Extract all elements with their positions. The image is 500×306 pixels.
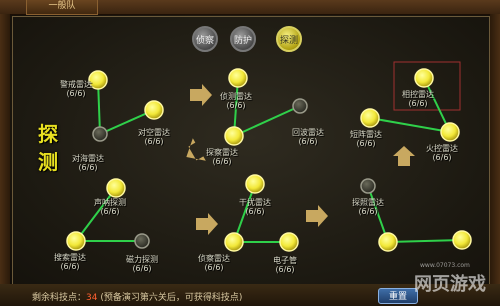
skill-level: (6/6) [245,207,265,216]
skill-node-label: 干扰雷达 (6/6) [239,198,271,216]
skill-name: 对空雷达 [138,128,170,137]
arrow-right-icon [190,84,212,106]
skill-node-n6[interactable] [134,233,150,249]
skill-name: 对海雷达 [72,154,104,163]
skill-node-label: 声呐探测 (6/6) [94,198,126,216]
skill-node-n7[interactable] [228,68,248,88]
skill-node-n18[interactable] [452,230,472,250]
skill-name: 回波雷达 [292,128,324,137]
skill-node-n5[interactable] [66,231,86,251]
skill-name: 侦察雷达 [198,254,230,263]
arrow-right-icon [306,205,328,227]
skill-node-label: 电子管 (6/6) [273,256,297,274]
skill-node-label: 搜索雷达 (6/6) [54,253,86,271]
skill-link [233,105,301,137]
skill-name: 声呐探测 [94,198,126,207]
skill-node-n9[interactable] [224,126,244,146]
skill-name: 相控雷达 [402,90,434,99]
reset-button[interactable]: 重置 [378,288,418,304]
skill-level: (6/6) [78,163,98,172]
arrow-right-icon [196,213,218,235]
skill-node-label: 侦察雷达 (6/6) [198,254,230,272]
talent-window: 一般队 侦察 防护 探测 探 测 警戒雷达 (6/6) 对空雷达(6/6) 对海… [0,0,500,306]
skill-name: 干扰雷达 [239,198,271,207]
skill-node-n10[interactable] [245,174,265,194]
remaining-points-value: 34 [86,293,98,303]
skill-level: (6/6) [132,264,152,273]
skill-node-label: 侦测雷达 (6/6) [220,92,252,110]
skill-node-n2[interactable] [144,100,164,120]
points-note: (预备演习第六关后，可获得科技点) [100,293,243,303]
arrow-up-icon [393,146,415,166]
skill-level: (6/6) [356,139,376,148]
skill-name: 侦测雷达 [220,92,252,101]
skill-name: 火控雷达 [426,144,458,153]
skill-name: 短阵雷达 [350,130,382,139]
skill-node-n15[interactable] [440,122,460,142]
skill-level: (6/6) [60,262,80,271]
skill-level: (6/6) [226,101,246,110]
skill-node-label: 磁力探测 (6/6) [126,255,158,273]
skill-level: (6/6) [100,207,120,216]
skill-node-label: 探察雷达 (6/6) [206,148,238,166]
skill-level: (6/6) [408,99,428,108]
skill-link [387,239,463,243]
watermark-logo: 网页游戏 [414,274,486,295]
watermark-url: www.07073.com [420,262,470,269]
skill-node-n13[interactable] [414,68,434,88]
skill-level: (6/6) [432,153,452,162]
skill-node-label: 相控雷达 (6/6) [402,90,434,108]
skill-node-label: 短阵雷达 (6/6) [350,130,382,148]
skill-node-n17[interactable] [378,232,398,252]
skill-node-n8[interactable] [292,98,308,114]
skill-node-label: 探照雷达 (6/6) [352,198,384,216]
skill-name: 探察雷达 [206,148,238,157]
skill-node-n14[interactable] [360,108,380,128]
skill-level: (6/6) [298,137,318,146]
arrow-down-left-icon [186,138,206,161]
skill-name: 搜索雷达 [54,253,86,262]
skill-name: 电子管 [273,256,297,265]
skill-node-n3[interactable] [92,126,108,142]
skill-node-label: 火控雷达 (6/6) [426,144,458,162]
skill-node-n12[interactable] [279,232,299,252]
skill-node-n4[interactable] [106,178,126,198]
skill-name: 磁力探测 [126,255,158,264]
skill-level: (6/6) [66,89,86,98]
skill-node-label: 警戒雷达 (6/6) [60,80,92,98]
skill-name: 警戒雷达 [60,80,92,89]
skill-node-n16[interactable] [360,178,376,194]
skill-node-n11[interactable] [224,232,244,252]
skill-link [369,117,451,133]
skill-node-label: 对空雷达 (6/6) [138,128,170,146]
skill-level: (6/6) [144,137,164,146]
remaining-points-label: 剩余科技点： [32,293,87,303]
skill-name: 探照雷达 [352,198,384,207]
skill-level: (6/6) [275,265,295,274]
skill-level: (6/6) [358,207,378,216]
remaining-points: 剩余科技点：34 (预备演习第六关后，可获得科技点) [32,290,242,303]
skill-node-label: 对海雷达 (6/6) [72,154,104,172]
skill-node-label: 回波雷达 (6/6) [292,128,324,146]
skill-level: (6/6) [212,157,232,166]
skill-level: (6/6) [204,263,224,272]
